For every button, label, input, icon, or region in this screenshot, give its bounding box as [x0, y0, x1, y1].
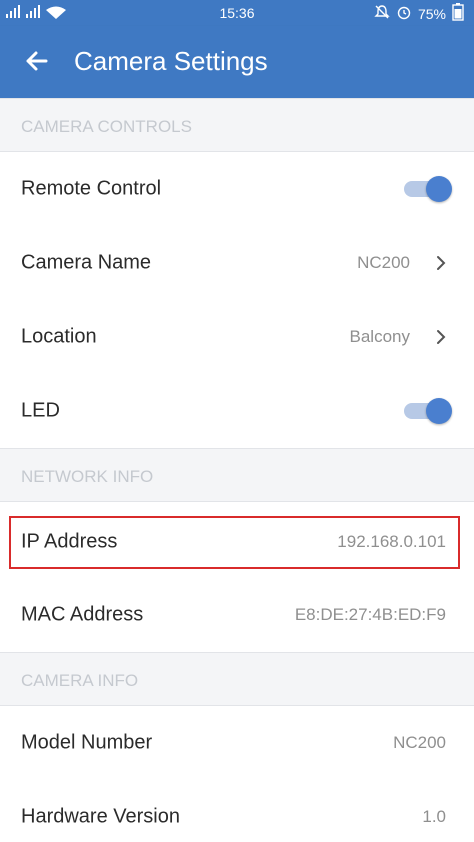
row-label: Location	[21, 325, 97, 348]
row-label: Model Number	[21, 731, 153, 754]
section-header-camera-controls: CAMERA CONTROLS	[0, 98, 474, 152]
row-location[interactable]: Location Balcony	[0, 300, 474, 374]
row-hardware-version[interactable]: Hardware Version 1.0	[0, 780, 474, 842]
row-value: NC200	[357, 253, 410, 272]
section-header-camera-info: CAMERA INFO	[0, 652, 474, 706]
arrow-left-icon[interactable]	[22, 46, 52, 76]
battery-percent: 75%	[417, 6, 446, 22]
app-bar: Camera Settings	[0, 26, 474, 98]
status-bar: 15:36 75%	[0, 0, 474, 26]
chevron-right-icon	[434, 255, 448, 271]
row-label: LED	[21, 399, 60, 422]
row-remote-control[interactable]: Remote Control	[0, 152, 474, 226]
led-toggle[interactable]	[402, 398, 452, 424]
row-model-number[interactable]: Model Number NC200	[0, 706, 474, 780]
row-value: Balcony	[349, 327, 410, 346]
battery-icon	[452, 3, 464, 25]
row-label: Hardware Version	[21, 805, 180, 828]
row-value: NC200	[393, 733, 446, 752]
section-header-network-info: NETWORK INFO	[0, 448, 474, 502]
row-camera-name[interactable]: Camera Name NC200	[0, 226, 474, 300]
row-led[interactable]: LED	[0, 374, 474, 448]
mute-icon	[374, 4, 390, 24]
page-title: Camera Settings	[74, 46, 268, 76]
row-mac-address[interactable]: MAC Address E8:DE:27:4B:ED:F9	[0, 578, 474, 652]
row-label: Camera Name	[21, 251, 152, 274]
row-label: Remote Control	[21, 177, 162, 200]
highlight-box	[9, 516, 460, 569]
row-value: 1.0	[422, 807, 446, 826]
remote-control-toggle[interactable]	[402, 176, 452, 202]
row-value: E8:DE:27:4B:ED:F9	[294, 605, 446, 624]
alarm-icon	[396, 4, 412, 24]
chevron-right-icon	[434, 329, 448, 345]
row-label: MAC Address	[21, 603, 144, 626]
